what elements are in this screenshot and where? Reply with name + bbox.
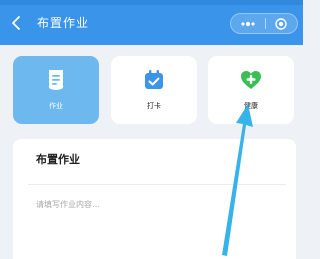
assign-homework-card: 布置作业: [13, 139, 296, 259]
tile-homework-label: 作业: [49, 102, 63, 110]
tile-homework[interactable]: 作业: [13, 56, 99, 124]
close-button[interactable]: [265, 14, 297, 33]
tile-checkin[interactable]: 打卡: [111, 56, 197, 124]
navigation-bar: 布置作业: [0, 0, 303, 45]
chevron-left-icon: [12, 16, 20, 30]
calendar-check-icon: [143, 69, 165, 91]
card-divider: [28, 184, 286, 185]
status-bar: [0, 0, 303, 5]
tile-health[interactable]: 健康: [208, 56, 294, 124]
card-title: 布置作业: [36, 153, 80, 166]
more-button[interactable]: [231, 14, 265, 33]
assign-homework-page: 布置作业 作业 打卡 健康 布置作业 请填写作业内容…: [0, 0, 303, 259]
homework-doc-icon: [45, 69, 67, 91]
more-dots-icon: [241, 21, 255, 26]
homework-content-input[interactable]: [36, 199, 286, 239]
page-title: 布置作业: [37, 16, 90, 30]
tile-checkin-label: 打卡: [147, 102, 161, 110]
target-circle-icon: [275, 17, 287, 30]
back-button[interactable]: [8, 13, 24, 33]
tile-health-label: 健康: [244, 102, 258, 110]
heart-plus-icon: [240, 69, 262, 91]
mini-program-capsule: [230, 13, 298, 34]
